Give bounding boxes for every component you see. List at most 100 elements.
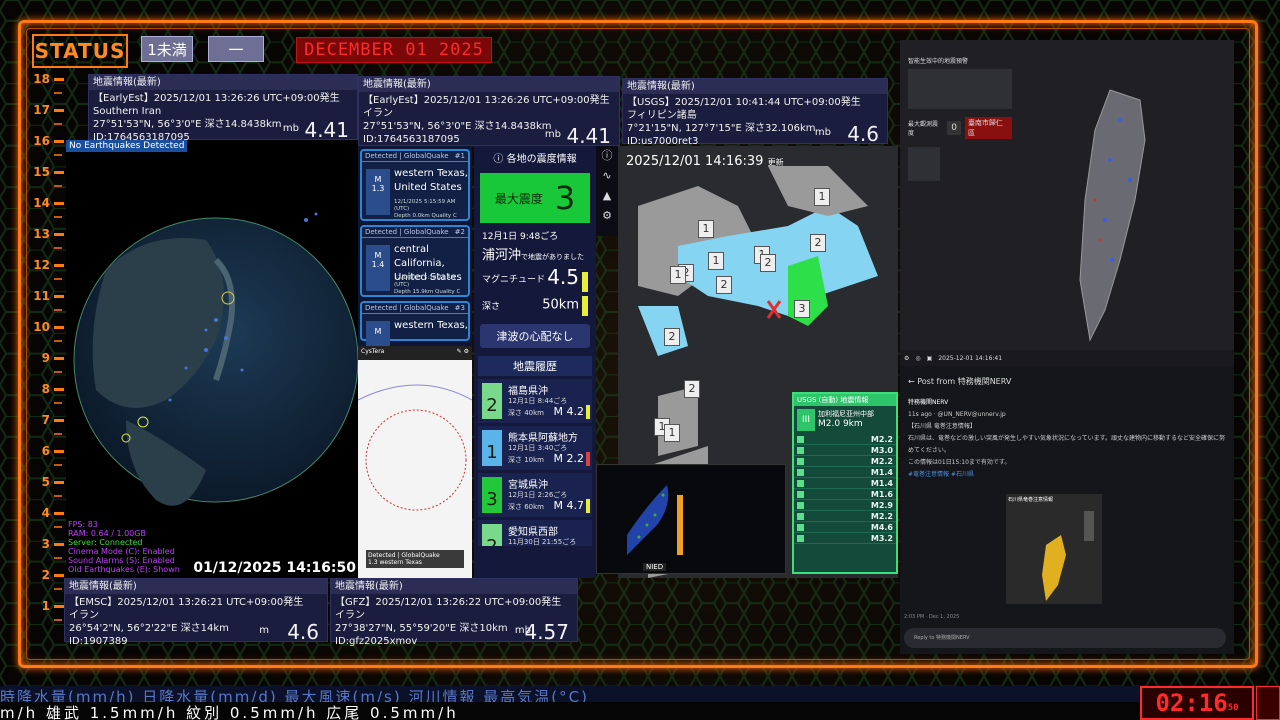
shindo-label: 1 — [698, 220, 714, 238]
reply-input[interactable]: Reply to 特務機関NERV — [904, 628, 1226, 648]
quake-header: 地震情報(最新) — [331, 579, 577, 594]
history-item[interactable]: 1 熊本県阿蘇地方 12月1日 3:40ごろ 深さ 10km M 2.2 — [478, 425, 592, 470]
post-body: 特務機関NERV 11s ago · @UN_NERV@unnerv.jp 【石… — [900, 397, 1234, 481]
ruler-tick: 5 — [30, 475, 64, 489]
taiwan-panel[interactable]: 智能生效中的地震預警 最大觀測震度 0 臺南市歸仁區 ⚙ ◎ ▣ 2025-12… — [900, 40, 1234, 366]
ruler-minor — [54, 340, 62, 342]
target-icon[interactable]: ◎ — [915, 355, 920, 362]
ruler-tick: 1 — [30, 599, 64, 613]
usgs-row: M2.2 — [794, 511, 896, 522]
wave-icon[interactable]: ∿ — [596, 166, 618, 186]
stat-ram: RAM: 0.64 / 1.00GB — [68, 529, 146, 538]
ruler-tick: 12 — [30, 258, 64, 272]
gq-card[interactable]: Detected | GlobalQuake #1 M 1.3 western Te… — [360, 149, 470, 221]
gq-d2: Depth 0.0km Quality C — [394, 213, 457, 219]
usgs-panel[interactable]: USGS (自動) 地震情報 III 加利福尼亚州中部 M2.0 9km M2.… — [792, 392, 898, 574]
history-item[interactable]: 3 宮城県沖 12月1日 2:26ごろ 深さ 60km M 4.7 — [478, 472, 592, 517]
quake-header: 地震情報(最新) — [623, 79, 887, 94]
ruler-minor — [54, 588, 62, 590]
stat-server: Server: Connected — [68, 538, 143, 547]
history-item[interactable]: 2 福島県沖 12月1日 8:44ごろ 深さ 40km M 4.2 — [478, 378, 592, 423]
gear-icon[interactable]: ⚙ — [596, 206, 618, 226]
stat-sound: Sound Alarms (S): Enabled — [68, 556, 175, 565]
history-name: 熊本県阿蘇地方 — [508, 432, 578, 444]
post-valid: この情報は01日15:10まで有効です。 — [908, 459, 1011, 466]
x-post-panel[interactable]: ← Post from 特務機関NERV 特務機関NERV 11s ago · … — [900, 366, 1234, 654]
gq-mag: 1.3 — [371, 184, 385, 193]
quake-place: 浦河沖で地震がありました — [474, 244, 596, 263]
usgs-row-icon — [797, 512, 804, 520]
history-time: 11月30日 21:55ごろ — [508, 537, 577, 546]
map-time-value: 2025/12/01 14:16:39 — [626, 154, 764, 169]
ishikawa-map — [1042, 511, 1094, 601]
gq-card[interactable]: Detected | GlobalQuake #2 M 1.4 central Ca… — [360, 225, 470, 297]
gq-d1: 12/1/2025 5:10:21 AM (UTC) — [394, 275, 456, 288]
ruler-mark — [54, 480, 64, 484]
gq-place: western Texas, — [394, 319, 468, 333]
ruler-mark — [54, 356, 64, 360]
back-arrow-icon[interactable]: ← — [908, 377, 917, 386]
history-shindo: 3 — [482, 476, 502, 513]
gear-icon[interactable]: ⚙ — [904, 355, 909, 362]
post-tags[interactable]: #竜巻注意情報 #石川県 — [908, 469, 1226, 481]
history-item[interactable]: 2 愛知県西部11月30日 21:55ごろ — [478, 519, 592, 546]
history-name: 福島県沖 — [508, 385, 548, 397]
usgs-row: M3.2 — [794, 533, 896, 544]
history-title: 地震履歴 — [478, 355, 592, 376]
history-list[interactable]: 2 福島県沖 12月1日 8:44ごろ 深さ 40km M 4.2 1 熊本県阿蘇地方 12月… — [474, 376, 596, 546]
nied-panel[interactable]: NIED — [596, 464, 786, 574]
cystera-foot: Detected | GlobalQuake 1.3 western Texas — [366, 550, 464, 568]
gq-card[interactable]: Detected | GlobalQuake #3 M western Texas… — [360, 301, 470, 348]
ruler-minor — [54, 557, 62, 559]
usgs-row-icon — [797, 490, 804, 498]
quake-card: 地震情報(最新) 【USGS】2025/12/01 10:41:44 UTC+0… — [622, 78, 888, 147]
ruler-minor — [54, 526, 62, 528]
intensity-ruler: 18 17 16 15 14 13 12 11 10 9 8 7 6 5 4 3 2 1 — [30, 72, 64, 642]
ruler-minor — [54, 402, 62, 404]
usgs-depth: 9km — [842, 419, 863, 429]
mag-label: マグニチュード — [482, 274, 546, 285]
history-bar — [586, 498, 590, 513]
usgs-row-mag: M3.2 — [870, 533, 893, 543]
usgs-row-mag: M2.9 — [870, 500, 893, 510]
history-name: 宮城県沖 — [508, 479, 548, 491]
ruler-label: 17 — [33, 103, 50, 117]
usgs-row-icon — [797, 479, 804, 487]
gq-mag-box: M 1.4 — [366, 245, 390, 291]
gq-head: Detected | GlobalQuake — [365, 304, 449, 312]
map-icon[interactable]: ▣ — [927, 355, 933, 362]
status-label: STATUS — [32, 34, 128, 68]
ruler-minor — [54, 216, 62, 218]
quake-magnitude: 4.6 — [287, 620, 319, 644]
globe-stats: FPS: 83 RAM: 0.64 / 1.00GB Server: Conne… — [68, 520, 180, 574]
ruler-mark — [54, 139, 64, 143]
ruler-label: 15 — [33, 165, 50, 179]
ruler-mark — [54, 201, 64, 205]
ruler-tick: 4 — [30, 506, 64, 520]
gq-detail: 12/1/2025 5:15:59 AM (UTC) Depth 0.0km Qu… — [394, 199, 468, 220]
mag-bar — [582, 271, 588, 292]
ruler-label: 3 — [41, 537, 50, 551]
ruler-label: 16 — [33, 134, 50, 148]
quake-coords: 7°21'15"N, 127°7'15"E 深さ32.106km — [627, 123, 816, 134]
ruler-minor — [54, 185, 62, 187]
quake-coords: 26°54'2"N, 56°2'22"E 深さ14km — [69, 623, 229, 634]
warning-icon[interactable]: ▲ — [596, 186, 618, 206]
ruler-label: 18 — [33, 72, 50, 86]
quake-magnitude: 4.41 — [304, 118, 349, 142]
quake-source: 【EarlyEst】2025/12/01 13:26:26 UTC+09:00発… — [93, 93, 340, 104]
shindo-title: 各地の震度情報 — [506, 154, 577, 165]
info-icon[interactable]: ⓘ — [596, 146, 618, 166]
max-shindo-label: 最大震度 — [494, 191, 543, 206]
info-icon: ⓘ — [493, 154, 507, 165]
usgs-row: M1.4 — [794, 467, 896, 478]
usgs-row: M2.9 — [794, 500, 896, 511]
ruler-minor — [54, 92, 62, 94]
ruler-minor — [54, 309, 62, 311]
globe-panel[interactable]: No Earthquakes Detected FPS: 83 RAM: 0.6… — [66, 140, 358, 578]
globalquake-list[interactable]: Detected | GlobalQuake #1 M 1.3 western Te… — [358, 146, 472, 348]
shindo-label: 1 — [670, 266, 686, 284]
ruler-tick: 15 — [30, 165, 64, 179]
cystera-panel[interactable]: CysTera ✎ ⚙ Detected | GlobalQuake 1.3 we… — [358, 346, 472, 578]
shindo-label: 2 — [760, 254, 776, 272]
